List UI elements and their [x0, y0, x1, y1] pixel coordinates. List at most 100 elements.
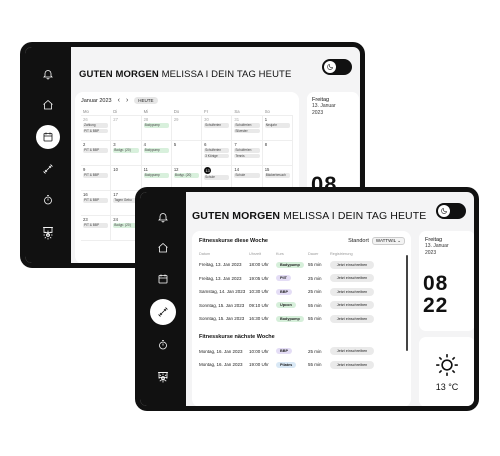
- next-week-title: Fitnesskurse nächste Woche: [199, 333, 275, 340]
- chevron-left-icon[interactable]: ‹: [118, 97, 120, 104]
- col-duration: Dauer: [308, 252, 319, 256]
- register-button[interactable]: Jetzt einschreiben: [330, 274, 374, 283]
- table-row: Montag, 16. Jan 2023 19:00 Uhr Pilates 55 m…: [199, 358, 405, 372]
- weekday-header: Sa: [232, 108, 263, 116]
- course-cell: BBP: [276, 288, 308, 295]
- calendar-day[interactable]: 8: [262, 141, 293, 166]
- calendar-event[interactable]: PIT & BBP: [83, 198, 109, 203]
- bell-icon[interactable]: [152, 206, 174, 228]
- clock-hour: 08: [423, 272, 449, 295]
- location-select[interactable]: WATTWIL ⌄: [371, 237, 405, 245]
- register-button[interactable]: Jetzt einschreiben: [330, 360, 374, 369]
- greeting: GUTEN MORGEN MELISSA I DEIN TAG HEUTE: [79, 69, 291, 80]
- calendar-day[interactable]: 10: [111, 166, 142, 191]
- calendar-day[interactable]: 27: [111, 116, 142, 141]
- day-number: 7: [234, 142, 237, 147]
- calendar-day[interactable]: 26 Zahlung PIT & BBP: [81, 116, 112, 141]
- calendar-event[interactable]: Schulferien: [204, 148, 230, 153]
- calendar-event[interactable]: Schule: [234, 173, 260, 178]
- calendar-day[interactable]: 5: [171, 141, 203, 166]
- calendar-event[interactable]: PIT & BBP: [83, 173, 109, 178]
- this-week-list: Freitag, 13. Jan 2023 18:00 Uhr Bodypump 55…: [199, 258, 405, 326]
- today-button[interactable]: HEUTE: [134, 97, 158, 104]
- day-number: 11: [143, 167, 148, 172]
- day-number: 23: [83, 217, 88, 222]
- course-date: Sonntag, 15. Jan 2023: [199, 316, 245, 322]
- clock: 0822: [423, 273, 448, 317]
- course-tag: Bodypump: [276, 261, 304, 268]
- stopwatch-icon[interactable]: [37, 189, 59, 211]
- calendar-event[interactable]: Schulferien: [234, 148, 260, 153]
- tablet-courses-view: GUTEN MORGEN MELISSA I DEIN TAG HEUTE Fi…: [135, 187, 479, 411]
- calendar-event[interactable]: PIT & BBP: [83, 223, 109, 228]
- tablet-screen: GUTEN MORGEN MELISSA I DEIN TAG HEUTE Fi…: [140, 192, 474, 406]
- fitness-icon[interactable]: [37, 158, 59, 180]
- col-registration: Registrierung: [330, 252, 353, 256]
- course-tag: Pilates: [276, 361, 297, 368]
- settings-icon[interactable]: [152, 367, 174, 389]
- calendar-day[interactable]: 29: [171, 116, 203, 141]
- table-row: Sonntag, 15. Jan 2023 09:10 Uhr Upcon 55 mi…: [199, 299, 405, 313]
- calendar-day[interactable]: 1 Neujahr: [262, 116, 293, 141]
- calendar-day[interactable]: 2 PIT & BBP: [81, 141, 112, 166]
- calendar-day[interactable]: 16 PIT & BBP: [81, 191, 112, 216]
- calendar-event[interactable]: Zahlung: [83, 123, 109, 128]
- calendar-icon[interactable]: [152, 268, 174, 290]
- course-cell: Upcon: [276, 302, 308, 309]
- calendar-event[interactable]: Bodypump: [143, 148, 169, 153]
- calendar-event[interactable]: Bodyp. (20): [173, 173, 200, 178]
- settings-icon[interactable]: [37, 224, 59, 246]
- calendar-day[interactable]: 3 Bodyp. (20): [111, 141, 142, 166]
- theme-toggle[interactable]: [436, 203, 466, 219]
- calendar-event[interactable]: Neujahr: [264, 123, 290, 128]
- calendar-event[interactable]: PIT & BBP: [83, 148, 109, 153]
- courses-title: Fitnesskurse diese Woche: [199, 238, 268, 244]
- calendar-event[interactable]: Silvester: [234, 128, 260, 133]
- calendar-day[interactable]: 6 Schulferien 3 Könige: [202, 141, 233, 166]
- calendar-day[interactable]: 4 Bodypump: [141, 141, 172, 166]
- calendar-event[interactable]: Schulferien: [204, 123, 230, 128]
- location-filter: Standort WATTWIL ⌄: [348, 237, 405, 245]
- register-button[interactable]: Jetzt einschreiben: [330, 314, 374, 323]
- greeting-bold: GUTEN MORGEN: [192, 210, 281, 222]
- register-button[interactable]: Jetzt einschreiben: [330, 347, 374, 356]
- sun-icon: [436, 354, 458, 376]
- calendar-icon[interactable]: [36, 125, 60, 149]
- calendar-event[interactable]: Schule: [204, 175, 230, 180]
- course-cell: Pilates: [276, 361, 308, 368]
- calendar-day[interactable]: 23 PIT & BBP: [81, 216, 112, 241]
- day-number: 13: [204, 167, 212, 174]
- year: 2023: [312, 109, 324, 116]
- calendar-day[interactable]: 28 Bodypump: [141, 116, 172, 141]
- stopwatch-icon[interactable]: [152, 334, 174, 356]
- calendar-day[interactable]: 31 Schulferien Silvester: [232, 116, 263, 141]
- course-date: Montag, 16. Jan 2023: [199, 348, 243, 354]
- scrollbar[interactable]: [406, 255, 408, 351]
- calendar-event[interactable]: Bodypump: [143, 173, 169, 178]
- register-button[interactable]: Jetzt einschreiben: [330, 301, 374, 310]
- calendar-event[interactable]: Bodyp. (20): [113, 148, 139, 153]
- day-number: 4: [143, 142, 146, 147]
- calendar-event[interactable]: PIT & BBP: [83, 128, 109, 133]
- calendar-day[interactable]: 30 Schulferien: [202, 116, 233, 141]
- home-icon[interactable]: [152, 237, 174, 259]
- calendar-event[interactable]: Bodypump: [143, 123, 169, 128]
- home-icon[interactable]: [37, 94, 59, 116]
- day-number: 28: [143, 117, 149, 122]
- calendar-event[interactable]: Schulferien: [234, 123, 260, 128]
- register-button[interactable]: Jetzt einschreiben: [330, 260, 374, 269]
- chevron-right-icon[interactable]: ›: [126, 97, 128, 104]
- bell-icon[interactable]: [37, 63, 59, 85]
- calendar-event[interactable]: 3 Könige: [204, 153, 230, 158]
- weekday-header: Fr: [202, 108, 233, 116]
- calendar-day[interactable]: 9 PIT & BBP: [81, 166, 112, 191]
- course-time: 10:30 Uhr: [249, 289, 269, 295]
- fitness-icon[interactable]: [150, 299, 176, 325]
- day-number: 30: [204, 117, 209, 122]
- calendar-day[interactable]: 7 Schulferien Tennis: [232, 141, 263, 166]
- register-button[interactable]: Jetzt einschreiben: [330, 287, 374, 296]
- calendar-event[interactable]: Tennis: [234, 153, 260, 158]
- course-tag: PIIT: [276, 275, 291, 282]
- calendar-event[interactable]: Bäckerbesuch: [264, 173, 290, 178]
- theme-toggle[interactable]: [322, 59, 352, 75]
